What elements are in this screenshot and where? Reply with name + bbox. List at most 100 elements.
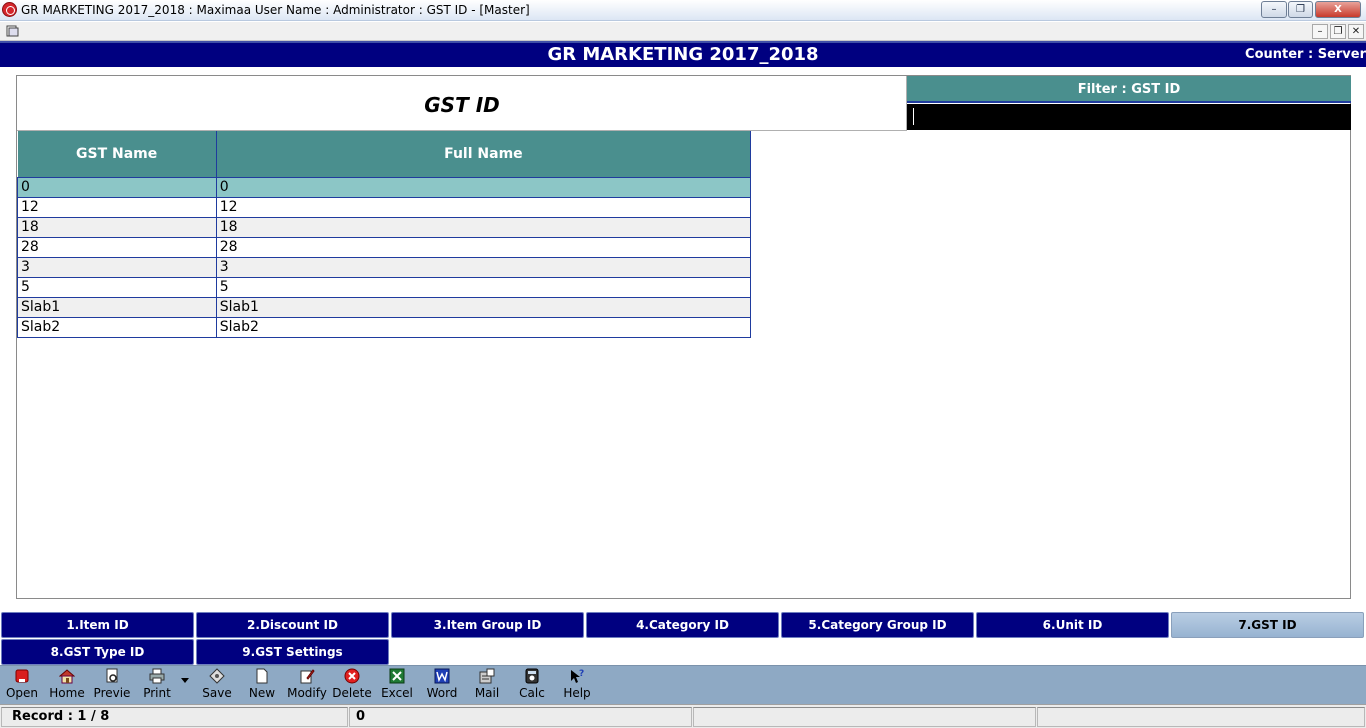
table-row[interactable]: 3 3	[17, 256, 752, 278]
table-row[interactable]: Slab1 Slab1	[17, 296, 752, 318]
cell-gst-name[interactable]: 5	[17, 276, 217, 298]
save-button[interactable]: Save	[195, 668, 239, 704]
preview-icon	[106, 668, 118, 683]
mail-button[interactable]: Mail	[465, 668, 509, 704]
open-button[interactable]: Open	[0, 668, 44, 704]
cell-gst-name[interactable]: 0	[17, 176, 217, 198]
table-row[interactable]: 28 28	[17, 236, 752, 258]
status-value: 0	[349, 707, 692, 727]
window-title: GR MARKETING 2017_2018 : Maximaa User Na…	[21, 3, 530, 17]
company-name: GR MARKETING 2017_2018	[547, 44, 819, 65]
delete-button[interactable]: Delete	[330, 668, 374, 704]
table-row[interactable]: 0 0	[17, 176, 752, 198]
help-button[interactable]: ? Help	[555, 668, 599, 704]
word-icon	[434, 668, 450, 684]
status-panel-3	[693, 707, 1036, 727]
cell-full-name[interactable]: 0	[215, 176, 752, 198]
tab-gst-type-id[interactable]: 8.GST Type ID	[1, 639, 194, 665]
counter-label: Counter : Server	[1245, 47, 1366, 62]
print-label: Print	[143, 686, 171, 700]
excel-label: Excel	[381, 686, 413, 700]
mdi-minimize-button[interactable]: –	[1312, 24, 1328, 39]
mdi-restore-button[interactable]: ❐	[1330, 24, 1346, 39]
mdi-bar: – ❐ ✕	[0, 22, 1366, 41]
close-button[interactable]: X	[1315, 1, 1361, 18]
filter-input[interactable]	[907, 104, 1351, 130]
column-header-full-name[interactable]: Full Name	[216, 131, 752, 177]
status-panel-4	[1037, 707, 1365, 727]
tab-category-group-id[interactable]: 5.Category Group ID	[781, 612, 974, 638]
tab-unit-id[interactable]: 6.Unit ID	[976, 612, 1169, 638]
home-icon	[59, 669, 75, 684]
page-title: GST ID	[424, 93, 500, 117]
page-title-box: GST ID	[17, 76, 907, 131]
word-label: Word	[426, 686, 458, 700]
excel-button[interactable]: Excel	[375, 668, 419, 704]
calc-button[interactable]: Calc	[510, 668, 554, 704]
cell-full-name[interactable]: 18	[215, 216, 752, 238]
open-icon	[15, 669, 29, 683]
record-counter: Record : 1 / 8	[1, 707, 348, 727]
home-label: Home	[49, 686, 85, 700]
mdi-close-button[interactable]: ✕	[1348, 24, 1364, 39]
word-button[interactable]: Word	[420, 668, 464, 704]
cell-gst-name[interactable]: Slab2	[17, 316, 217, 338]
tab-gst-settings[interactable]: 9.GST Settings	[196, 639, 389, 665]
grid-header-row: GST Name Full Name	[17, 131, 752, 177]
cell-full-name[interactable]: 5	[215, 276, 752, 298]
new-button[interactable]: New	[240, 668, 284, 704]
cell-full-name[interactable]: 12	[215, 196, 752, 218]
help-icon: ?	[571, 669, 584, 683]
cell-gst-name[interactable]: 12	[17, 196, 217, 218]
company-header: GR MARKETING 2017_2018 Counter : Server	[0, 41, 1366, 67]
tab-discount-id[interactable]: 2.Discount ID	[196, 612, 389, 638]
column-header-gst-name[interactable]: GST Name	[17, 131, 217, 177]
print-button[interactable]: Print	[135, 668, 179, 704]
table-row[interactable]: 18 18	[17, 216, 752, 238]
cell-full-name[interactable]: 3	[215, 256, 752, 278]
master-tabs: 1.Item ID 2.Discount ID 3.Item Group ID …	[0, 610, 1366, 665]
table-row[interactable]: Slab2 Slab2	[17, 316, 752, 338]
cell-gst-name[interactable]: 18	[17, 216, 217, 238]
calc-label: Calc	[519, 686, 545, 700]
cell-full-name[interactable]: 28	[215, 236, 752, 258]
print-dropdown-icon[interactable]	[181, 678, 189, 683]
cell-gst-name[interactable]: 28	[17, 236, 217, 258]
open-label: Open	[5, 686, 39, 700]
tab-gst-id[interactable]: 7.GST ID	[1171, 612, 1364, 638]
text-caret	[913, 108, 914, 125]
table-row[interactable]: 12 12	[17, 196, 752, 218]
restore-button[interactable]: ❐	[1288, 1, 1313, 18]
calc-icon	[525, 668, 539, 684]
mail-label: Mail	[474, 686, 500, 700]
cell-full-name[interactable]: Slab2	[215, 316, 752, 338]
new-label: New	[248, 686, 276, 700]
bottom-toolbar: Open Home Previe Print Save New Modify D…	[0, 665, 1366, 704]
tab-item-id[interactable]: 1.Item ID	[1, 612, 194, 638]
modify-button[interactable]: Modify	[285, 668, 329, 704]
main-panel: GST ID Filter : GST ID GST Name Full Nam…	[16, 75, 1351, 599]
delete-icon	[344, 668, 360, 684]
table-row[interactable]: 5 5	[17, 276, 752, 298]
preview-label: Previe	[93, 686, 131, 700]
minimize-button[interactable]: –	[1261, 1, 1287, 18]
cell-gst-name[interactable]: Slab1	[17, 296, 217, 318]
gst-grid: GST Name Full Name 0 0 12 12 18 18 28 28	[17, 131, 752, 338]
app-logo-icon[interactable]	[2, 2, 17, 17]
mail-icon	[479, 668, 495, 684]
window-titlebar: GR MARKETING 2017_2018 : Maximaa User Na…	[0, 0, 1366, 21]
cell-gst-name[interactable]: 3	[17, 256, 217, 278]
tab-category-id[interactable]: 4.Category ID	[586, 612, 779, 638]
preview-button[interactable]: Previe	[90, 668, 134, 704]
excel-icon	[389, 668, 405, 684]
save-icon	[209, 668, 225, 684]
tab-item-group-id[interactable]: 3.Item Group ID	[391, 612, 584, 638]
modify-icon	[300, 669, 315, 684]
document-icon[interactable]	[6, 25, 19, 37]
home-button[interactable]: Home	[45, 668, 89, 704]
cell-full-name[interactable]: Slab1	[215, 296, 752, 318]
print-icon	[149, 668, 165, 684]
save-label: Save	[202, 686, 232, 700]
delete-label: Delete	[332, 686, 372, 700]
status-bar: Record : 1 / 8 0	[0, 704, 1366, 728]
